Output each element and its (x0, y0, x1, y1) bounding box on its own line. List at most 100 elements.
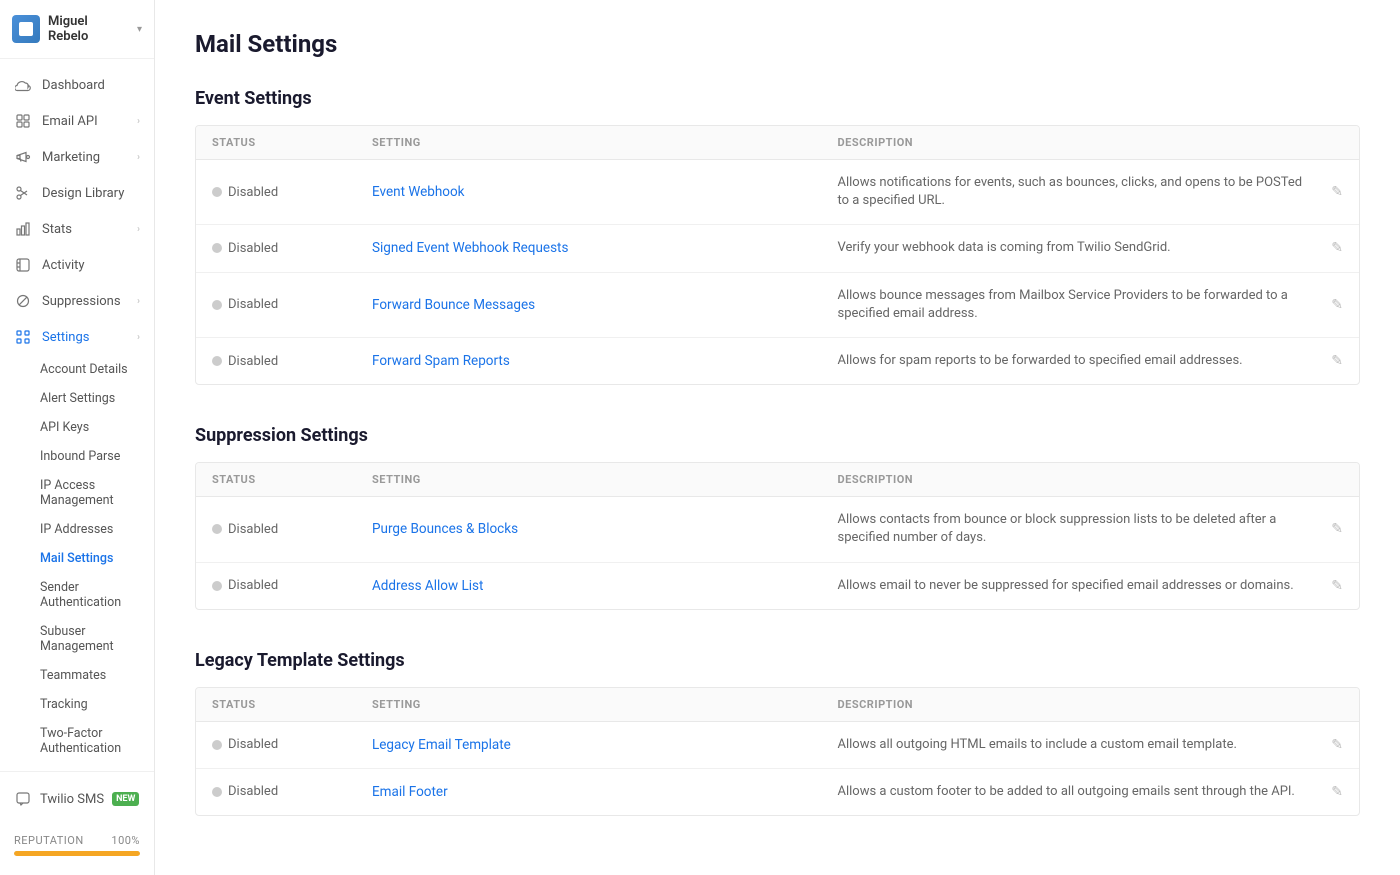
legacy-email-template-link[interactable]: Legacy Email Template (372, 737, 838, 753)
sidebar-item-label: Dashboard (42, 78, 140, 93)
status-cell: Disabled (212, 297, 372, 312)
sidebar-sub-item-two-factor[interactable]: Two-Factor Authentication (0, 719, 154, 763)
chevron-icon: › (137, 296, 140, 307)
event-settings-table-header: STATUS SETTING DESCRIPTION (196, 126, 1359, 160)
sidebar-sub-item-ip-addresses[interactable]: IP Addresses (0, 515, 154, 544)
status-cell: Disabled (212, 784, 372, 799)
actions-header (1303, 136, 1343, 149)
setting-header: SETTING (372, 136, 838, 149)
table-row: Disabled Address Allow List Allows email… (196, 563, 1359, 609)
new-badge: NEW (112, 792, 139, 806)
twilio-sms-label: Twilio SMS (40, 792, 104, 807)
chevron-icon: › (137, 116, 140, 127)
actions-header (1303, 473, 1343, 486)
table-row: Disabled Email Footer Allows a custom fo… (196, 769, 1359, 815)
forward-spam-link[interactable]: Forward Spam Reports (372, 353, 838, 369)
sidebar-sub-item-ip-access[interactable]: IP Access Management (0, 471, 154, 515)
settings-icon (14, 328, 32, 346)
status-dot (212, 581, 222, 591)
legacy-template-settings-table: STATUS SETTING DESCRIPTION Disabled Lega… (195, 687, 1360, 816)
legacy-template-settings-title: Legacy Template Settings (195, 650, 1360, 671)
description-header: DESCRIPTION (838, 698, 1304, 711)
brand-header[interactable]: Miguel Rebelo ▾ (0, 0, 154, 59)
twilio-sms-item[interactable]: Twilio SMS NEW (14, 782, 140, 816)
sidebar-sub-item-api-keys[interactable]: API Keys (0, 413, 154, 442)
sidebar-item-label: Suppressions (42, 294, 127, 309)
edit-icon[interactable]: ✎ (1303, 578, 1343, 594)
legacy-template-settings-table-header: STATUS SETTING DESCRIPTION (196, 688, 1359, 722)
description-text: Allows all outgoing HTML emails to inclu… (838, 736, 1304, 754)
status-text: Disabled (228, 737, 278, 752)
sidebar-item-email-api[interactable]: Email API › (0, 103, 154, 139)
table-row: Disabled Signed Event Webhook Requests V… (196, 225, 1359, 272)
edit-icon[interactable]: ✎ (1303, 737, 1343, 753)
table-row: Disabled Event Webhook Allows notificati… (196, 160, 1359, 225)
status-text: Disabled (228, 522, 278, 537)
brand-logo (12, 15, 40, 43)
sidebar-footer: Twilio SMS NEW (0, 771, 154, 826)
sidebar-sub-item-sender-auth[interactable]: Sender Authentication (0, 573, 154, 617)
status-header: STATUS (212, 473, 372, 486)
status-header: STATUS (212, 698, 372, 711)
edit-icon[interactable]: ✎ (1303, 521, 1343, 537)
suppression-settings-section: Suppression Settings STATUS SETTING DESC… (195, 425, 1360, 610)
scissors-icon (14, 184, 32, 202)
description-header: DESCRIPTION (838, 136, 1304, 149)
description-text: Allows email to never be suppressed for … (838, 577, 1304, 595)
event-settings-table: STATUS SETTING DESCRIPTION Disabled Even… (195, 125, 1360, 385)
sidebar-sub-item-mail-settings[interactable]: Mail Settings (0, 544, 154, 573)
status-text: Disabled (228, 297, 278, 312)
settings-sub-menu: Account Details Alert Settings API Keys … (0, 355, 154, 763)
forward-bounce-link[interactable]: Forward Bounce Messages (372, 297, 838, 313)
edit-icon[interactable]: ✎ (1303, 353, 1343, 369)
edit-icon[interactable]: ✎ (1303, 784, 1343, 800)
sidebar-sub-item-alert-settings[interactable]: Alert Settings (0, 384, 154, 413)
status-cell: Disabled (212, 578, 372, 593)
sidebar-item-stats[interactable]: Stats › (0, 211, 154, 247)
edit-icon[interactable]: ✎ (1303, 297, 1343, 313)
edit-icon[interactable]: ✎ (1303, 184, 1343, 200)
sidebar-sub-item-tracking[interactable]: Tracking (0, 690, 154, 719)
status-dot (212, 187, 222, 197)
table-row: Disabled Forward Spam Reports Allows for… (196, 338, 1359, 384)
status-text: Disabled (228, 185, 278, 200)
sidebar-sub-item-subuser-mgmt[interactable]: Subuser Management (0, 617, 154, 661)
bar-chart-icon (14, 220, 32, 238)
setting-header: SETTING (372, 698, 838, 711)
sidebar-sub-item-teammates[interactable]: Teammates (0, 661, 154, 690)
sidebar-item-design-library[interactable]: Design Library (0, 175, 154, 211)
address-allow-list-link[interactable]: Address Allow List (372, 578, 838, 594)
purge-bounces-link[interactable]: Purge Bounces & Blocks (372, 521, 838, 537)
grid-icon (14, 112, 32, 130)
reputation-bar-bg (14, 851, 140, 856)
page-title: Mail Settings (195, 30, 1360, 58)
sidebar-item-label: Marketing (42, 150, 127, 165)
sidebar: Miguel Rebelo ▾ Dashboard Email (0, 0, 155, 875)
signed-event-webhook-link[interactable]: Signed Event Webhook Requests (372, 240, 838, 256)
status-dot (212, 243, 222, 253)
sidebar-item-label: Design Library (42, 186, 140, 201)
sidebar-sub-item-account-details[interactable]: Account Details (0, 355, 154, 384)
main-content: Mail Settings Event Settings STATUS SETT… (155, 0, 1400, 875)
status-dot (212, 356, 222, 366)
status-text: Disabled (228, 241, 278, 256)
event-webhook-link[interactable]: Event Webhook (372, 184, 838, 200)
chevron-icon: › (137, 224, 140, 235)
sidebar-item-dashboard[interactable]: Dashboard (0, 67, 154, 103)
sidebar-item-activity[interactable]: Activity (0, 247, 154, 283)
edit-icon[interactable]: ✎ (1303, 240, 1343, 256)
activity-icon (14, 256, 32, 274)
sms-icon (14, 790, 32, 808)
sidebar-sub-item-inbound-parse[interactable]: Inbound Parse (0, 442, 154, 471)
email-footer-link[interactable]: Email Footer (372, 784, 838, 800)
sidebar-item-settings[interactable]: Settings › (0, 319, 154, 355)
table-row: Disabled Legacy Email Template Allows al… (196, 722, 1359, 769)
suppression-settings-table: STATUS SETTING DESCRIPTION Disabled Purg… (195, 462, 1360, 610)
sidebar-item-suppressions[interactable]: Suppressions › (0, 283, 154, 319)
reputation-value: 100% (111, 834, 140, 847)
status-cell: Disabled (212, 522, 372, 537)
status-dot (212, 787, 222, 797)
event-settings-title: Event Settings (195, 88, 1360, 109)
sidebar-item-marketing[interactable]: Marketing › (0, 139, 154, 175)
description-text: Allows contacts from bounce or block sup… (838, 511, 1304, 547)
